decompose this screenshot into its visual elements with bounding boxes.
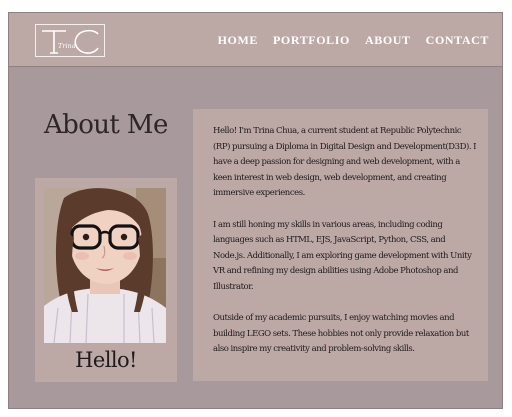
logo[interactable]: Trina xyxy=(35,24,105,57)
main-nav: HOME PORTFOLIO ABOUT CONTACT xyxy=(218,33,489,48)
bio-text: Hello! I'm Trina Chua, a current student… xyxy=(213,124,477,374)
nav-contact-link[interactable]: CONTACT xyxy=(426,33,489,48)
page-title: About Me xyxy=(44,110,168,140)
photo-caption: Hello! xyxy=(75,348,137,372)
bio-paragraph-skills: I am still honing my skills in various a… xyxy=(213,219,472,292)
nav-home-link[interactable]: HOME xyxy=(218,33,258,48)
bio-paragraph-intro: Hello! I'm Trina Chua, a current student… xyxy=(213,126,477,198)
logo-subtext: Trina xyxy=(58,42,76,50)
bio-card: Hello! I'm Trina Chua, a current student… xyxy=(193,109,488,381)
page-frame: Trina HOME PORTFOLIO ABOUT CONTACT About… xyxy=(8,12,503,409)
nav-portfolio-link[interactable]: PORTFOLIO xyxy=(273,33,350,48)
navbar: Trina HOME PORTFOLIO ABOUT CONTACT xyxy=(9,13,502,67)
nav-about-link[interactable]: ABOUT xyxy=(365,33,411,48)
profile-photo xyxy=(44,188,166,343)
profile-card: Hello! xyxy=(35,178,177,382)
bio-paragraph-hobbies: Outside of my academic pursuits, I enjoy… xyxy=(213,313,469,354)
